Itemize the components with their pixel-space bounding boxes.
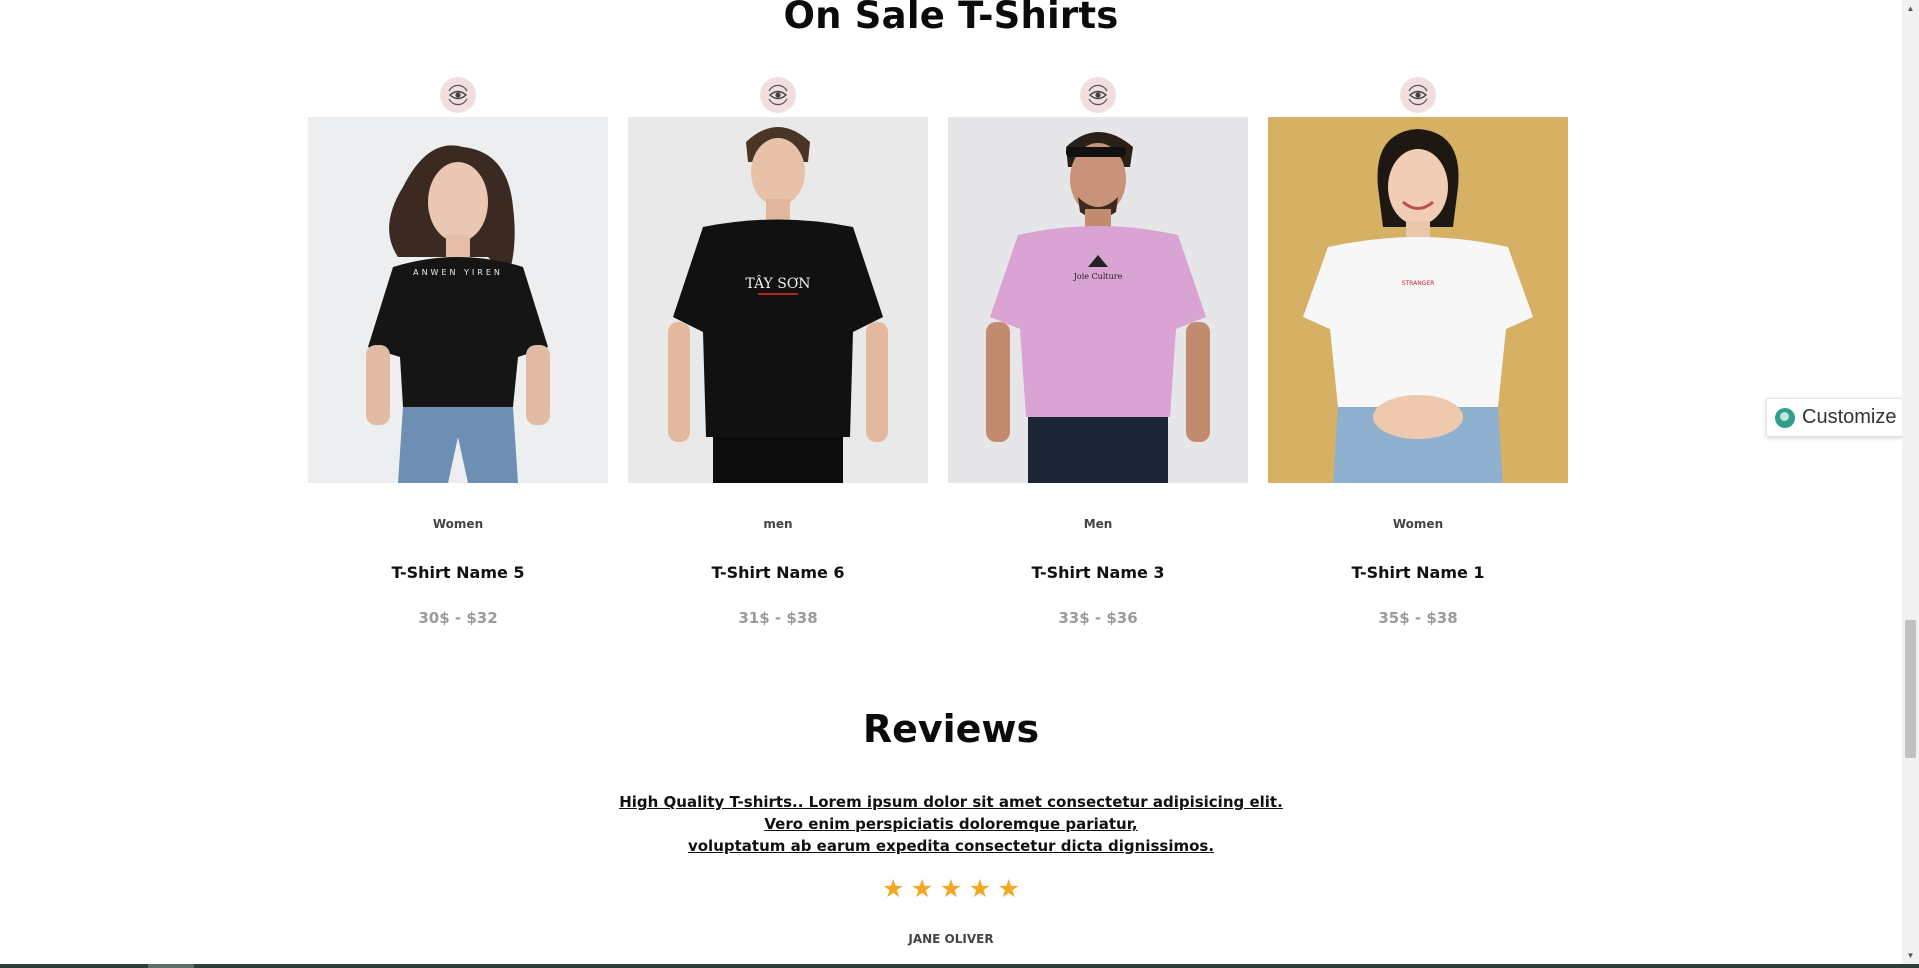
- product-photo-woman-white-tshirt: STRANGER: [1268, 117, 1568, 483]
- quickview-button[interactable]: [1400, 77, 1436, 113]
- product-price: 35$ - $38: [1378, 609, 1458, 627]
- svg-text:ANWEN YIREN: ANWEN YIREN: [413, 268, 503, 277]
- svg-text:Joie Culture: Joie Culture: [1073, 272, 1123, 281]
- star-icon: ★: [939, 875, 963, 903]
- on-sale-heading: On Sale T-Shirts: [783, 0, 1119, 37]
- product-category[interactable]: Women: [1268, 517, 1568, 531]
- product-name[interactable]: T-Shirt Name 3: [948, 563, 1248, 582]
- quickview-button[interactable]: [760, 77, 796, 113]
- product-grid: ANWEN YIREN Women T-Shirt Name 5 30$ - $…: [308, 74, 1568, 644]
- page: On Sale T-Shirts ANWEN YIREN Women T-Shi…: [0, 0, 1903, 964]
- eye-icon: [768, 84, 788, 106]
- customize-button[interactable]: Customize: [1766, 398, 1903, 437]
- product-card[interactable]: STRANGER Women T-Shirt Name 1 35$ - $38: [1268, 74, 1568, 644]
- review-quote: High Quality T-shirts.. Lorem ipsum dolo…: [0, 791, 1902, 857]
- product-photo-man-pink-tshirt: Joie Culture: [948, 117, 1248, 483]
- scrollbar-thumb[interactable]: [1905, 620, 1916, 758]
- product-name[interactable]: T-Shirt Name 6: [628, 563, 928, 582]
- vertical-scrollbar[interactable]: ▲ ▼: [1902, 0, 1919, 964]
- star-icon: ★: [968, 875, 992, 903]
- taskbar-edge: [0, 964, 1919, 968]
- star-icon: ★: [882, 875, 905, 903]
- scroll-down-arrow-icon[interactable]: ▼: [1902, 947, 1919, 964]
- customize-label: Customize: [1802, 406, 1897, 428]
- product-image[interactable]: ANWEN YIREN: [308, 117, 608, 483]
- product-name[interactable]: T-Shirt Name 5: [308, 563, 608, 582]
- svg-text:TÂY SƠN: TÂY SƠN: [745, 274, 810, 292]
- review-line: voluptatum ab earum expedita consectetur…: [687, 837, 1215, 855]
- product-name[interactable]: T-Shirt Name 1: [1268, 563, 1568, 582]
- product-photo-woman-black-tshirt: ANWEN YIREN: [308, 117, 608, 483]
- star-icon: ★: [910, 875, 934, 903]
- reviewer-name: JANE OLIVER: [908, 932, 994, 946]
- product-image[interactable]: TÂY SƠN: [628, 117, 928, 483]
- eye-icon: [1088, 84, 1108, 106]
- product-price: 30$ - $32: [418, 609, 498, 627]
- review-line: High Quality T-shirts.. Lorem ipsum dolo…: [619, 793, 1283, 811]
- product-photo-man-black-tshirt: TÂY SƠN: [628, 117, 928, 483]
- rating-stars: ★ ★ ★ ★ ★: [0, 874, 1902, 904]
- quickview-button[interactable]: [1080, 77, 1116, 113]
- taskbar-highlight: [148, 964, 194, 968]
- product-image[interactable]: Joie Culture: [948, 117, 1248, 483]
- product-image[interactable]: STRANGER: [1268, 117, 1568, 483]
- eye-icon: [448, 84, 468, 106]
- product-card[interactable]: TÂY SƠN men T-Shirt Name 6 31$ - $38: [628, 74, 928, 644]
- quickview-button[interactable]: [440, 77, 476, 113]
- product-category[interactable]: men: [628, 517, 928, 531]
- product-category[interactable]: Women: [308, 517, 608, 531]
- svg-text:STRANGER: STRANGER: [1402, 280, 1435, 287]
- product-category[interactable]: Men: [948, 517, 1248, 531]
- review-line: Vero enim perspiciatis doloremque pariat…: [764, 815, 1138, 833]
- product-card[interactable]: Joie Culture Men T-Shirt Name 3 33$ - $3…: [948, 74, 1248, 644]
- star-icon: ★: [997, 875, 1020, 903]
- product-price: 33$ - $36: [1058, 609, 1138, 627]
- reviews-heading: Reviews: [862, 707, 1040, 751]
- product-price: 31$ - $38: [738, 609, 818, 627]
- scroll-up-arrow-icon[interactable]: ▲: [1902, 0, 1919, 17]
- eye-icon: [1408, 84, 1428, 106]
- product-card[interactable]: ANWEN YIREN Women T-Shirt Name 5 30$ - $…: [308, 74, 608, 644]
- customize-icon: [1775, 407, 1795, 428]
